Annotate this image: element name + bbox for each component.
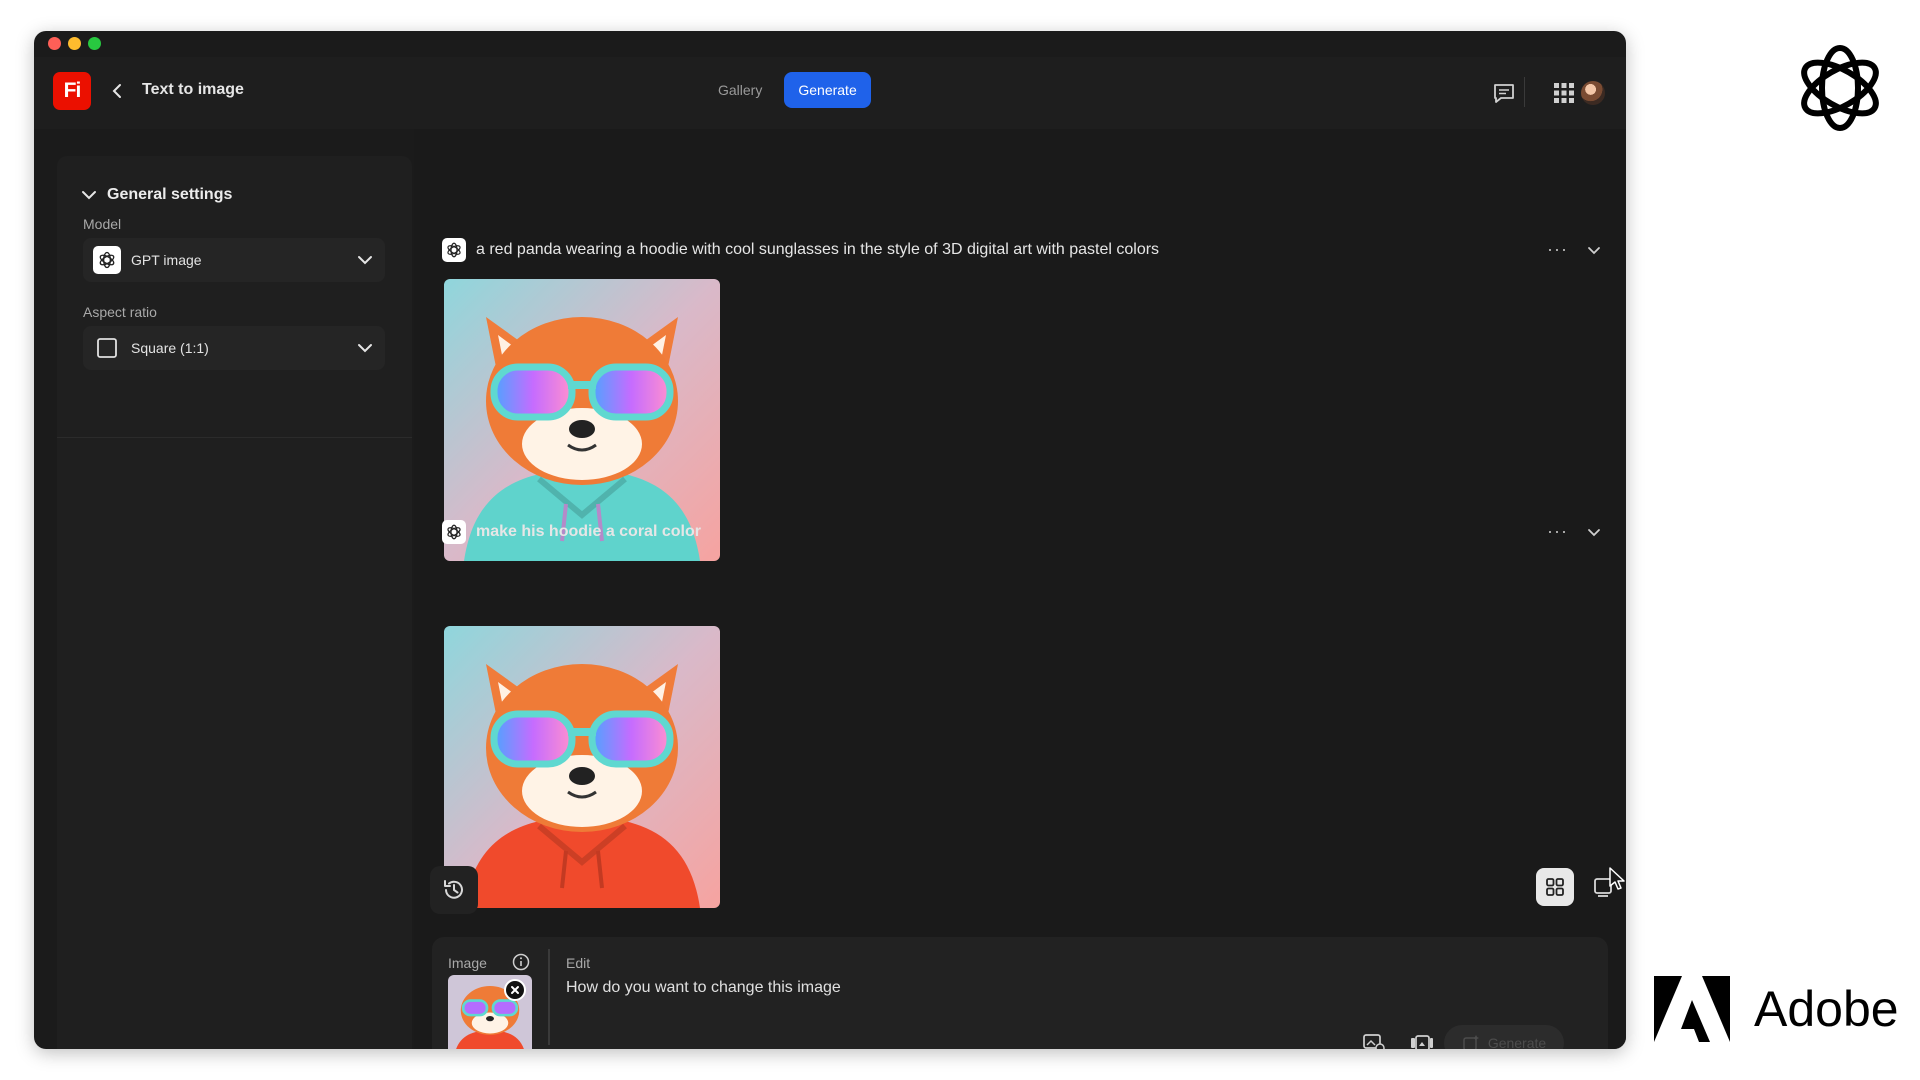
- info-icon: [512, 953, 530, 971]
- title-bar: [34, 31, 1626, 57]
- generate-button[interactable]: Generate: [1444, 1025, 1564, 1049]
- composer-divider: [548, 949, 550, 1045]
- square-ratio-icon: [97, 338, 117, 358]
- model-label: Model: [83, 216, 122, 232]
- info-button[interactable]: [512, 953, 530, 971]
- row-actions-2: ···: [1547, 521, 1602, 542]
- more-options-button[interactable]: ···: [1547, 521, 1568, 542]
- close-window-button[interactable]: [48, 37, 61, 50]
- model-value: GPT image: [131, 252, 202, 268]
- firefly-logo[interactable]: Fi: [53, 72, 91, 110]
- remove-image-button[interactable]: [504, 979, 526, 1001]
- prompt-row-1: a red panda wearing a hoodie with cool s…: [442, 238, 1159, 262]
- grid-view-button[interactable]: [1536, 868, 1574, 906]
- chevron-down-icon: [358, 344, 372, 353]
- view-tabs: Gallery Generate: [704, 71, 871, 109]
- model-select[interactable]: GPT image: [83, 238, 385, 282]
- app-header: Fi Text to image Gallery Generate: [34, 57, 1626, 129]
- edit-prompt-input[interactable]: [566, 979, 1266, 997]
- history-icon: [444, 880, 463, 899]
- sparkle-edit-icon: [1463, 1035, 1479, 1049]
- prompt-text: a red panda wearing a hoodie with cool s…: [476, 241, 1160, 258]
- minimize-window-button[interactable]: [68, 37, 81, 50]
- more-options-button[interactable]: ···: [1547, 239, 1568, 260]
- settings-panel: General settings Model GPT image Aspect …: [57, 156, 412, 1049]
- app-window: Fi Text to image Gallery Generate Genera…: [34, 31, 1626, 1049]
- adobe-logo-icon: [1654, 976, 1730, 1042]
- mouse-cursor-icon: [1609, 867, 1625, 890]
- chevron-left-icon: [112, 84, 121, 98]
- section-title: General settings: [107, 186, 233, 203]
- openai-logo: [1801, 45, 1879, 131]
- general-settings-toggle[interactable]: General settings: [81, 186, 232, 204]
- header-divider: [1524, 77, 1525, 107]
- chevron-down-icon[interactable]: [1586, 242, 1602, 258]
- generation-feed: a red panda wearing a hoodie with cool s…: [414, 129, 1626, 1049]
- row-actions-1: ···: [1547, 239, 1602, 260]
- maximize-window-button[interactable]: [88, 37, 101, 50]
- edit-label: Edit: [566, 955, 591, 971]
- openai-icon: [93, 246, 121, 274]
- style-reference-button[interactable]: [1408, 1031, 1436, 1049]
- grid-view-icon: [1546, 878, 1564, 896]
- page-title: Text to image: [142, 81, 244, 98]
- avatar[interactable]: [1581, 81, 1605, 105]
- aspect-ratio-label: Aspect ratio: [83, 304, 157, 320]
- generated-image-1[interactable]: [444, 279, 720, 561]
- chevron-down-icon[interactable]: [1586, 524, 1602, 540]
- aspect-ratio-value: Square (1:1): [131, 340, 209, 356]
- close-icon: [511, 986, 519, 994]
- adobe-wordmark: Adobe: [1754, 981, 1899, 1037]
- sidebar-divider: [57, 437, 412, 438]
- aspect-ratio-select[interactable]: Square (1:1): [83, 326, 385, 370]
- tab-gallery[interactable]: Gallery: [704, 72, 776, 108]
- chevron-down-icon: [358, 256, 372, 265]
- chevron-down-icon: [82, 191, 96, 200]
- history-button[interactable]: [430, 866, 478, 914]
- grid-apps-icon: [1554, 83, 1574, 103]
- chat-icon: [1494, 84, 1514, 103]
- edit-composer: Image Edit How do you want to change thi…: [432, 937, 1608, 1049]
- generated-image-2[interactable]: [444, 626, 720, 908]
- prompt-text: make his hoodie a coral color: [476, 523, 701, 540]
- style-reference-icon: [1411, 1035, 1433, 1049]
- back-button[interactable]: [106, 79, 130, 103]
- openai-icon: [442, 238, 466, 262]
- image-label: Image: [448, 955, 487, 971]
- feedback-button[interactable]: [1490, 79, 1518, 107]
- prompt-row-2: make his hoodie a coral color: [442, 520, 701, 544]
- apps-button[interactable]: [1550, 79, 1578, 107]
- openai-icon: [442, 520, 466, 544]
- generate-label: Generate: [1487, 1035, 1547, 1049]
- image-settings-icon: [1363, 1034, 1385, 1049]
- adobe-branding: Adobe: [1654, 976, 1899, 1042]
- image-settings-button[interactable]: [1360, 1031, 1388, 1049]
- tab-generate[interactable]: Generate: [784, 72, 871, 108]
